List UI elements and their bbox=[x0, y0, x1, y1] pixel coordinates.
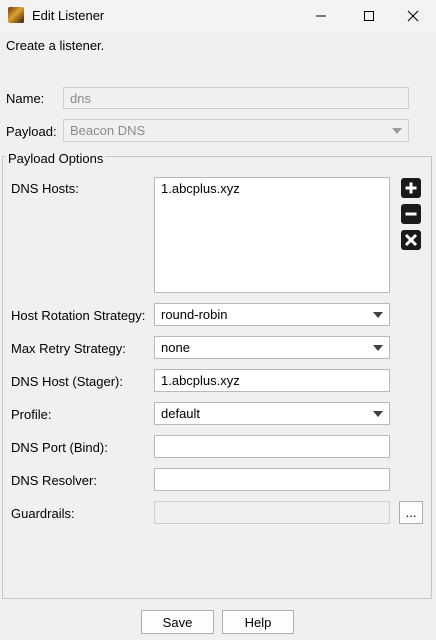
window-title: Edit Listener bbox=[32, 8, 105, 23]
remove-icon bbox=[405, 212, 417, 216]
guardrails-browse-button[interactable]: ... bbox=[399, 501, 423, 524]
retry-label: Max Retry Strategy: bbox=[11, 341, 126, 356]
rotation-select[interactable]: round-robin bbox=[154, 303, 390, 326]
add-host-button[interactable] bbox=[401, 178, 421, 198]
port-field[interactable] bbox=[154, 435, 390, 458]
minimize-icon bbox=[316, 15, 326, 17]
name-label: Name: bbox=[6, 91, 45, 106]
stager-field[interactable]: 1.abcplus.xyz bbox=[154, 369, 390, 392]
chevron-down-icon bbox=[373, 410, 383, 417]
payload-options-title: Payload Options bbox=[6, 151, 106, 166]
dns-hosts-label: DNS Hosts: bbox=[11, 181, 79, 196]
retry-select[interactable]: none bbox=[154, 336, 390, 359]
maximize-button[interactable] bbox=[346, 0, 392, 32]
help-button[interactable]: Help bbox=[222, 610, 294, 634]
rotation-label: Host Rotation Strategy: bbox=[11, 308, 146, 323]
close-button[interactable] bbox=[390, 0, 436, 32]
close-icon bbox=[407, 10, 419, 22]
guardrails-field bbox=[154, 501, 390, 524]
payload-label: Payload: bbox=[6, 124, 57, 139]
chevron-down-icon bbox=[373, 344, 383, 351]
payload-value: Beacon DNS bbox=[70, 123, 146, 138]
save-button[interactable]: Save bbox=[141, 610, 214, 634]
port-label: DNS Port (Bind): bbox=[11, 440, 108, 455]
resolver-field[interactable] bbox=[154, 468, 390, 491]
resolver-label: DNS Resolver: bbox=[11, 473, 97, 488]
rotation-value: round-robin bbox=[161, 307, 228, 322]
app-icon bbox=[8, 7, 24, 23]
profile-label: Profile: bbox=[11, 407, 52, 422]
retry-value: none bbox=[161, 340, 190, 355]
list-item[interactable]: 1.abcplus.xyz bbox=[161, 181, 240, 196]
minimize-button[interactable] bbox=[298, 0, 344, 32]
chevron-down-icon bbox=[392, 127, 402, 134]
dns-hosts-list[interactable]: 1.abcplus.xyz bbox=[154, 177, 390, 293]
maximize-icon bbox=[364, 11, 374, 21]
stager-value: 1.abcplus.xyz bbox=[161, 373, 240, 388]
stager-label: DNS Host (Stager): bbox=[11, 374, 123, 389]
clear-icon bbox=[404, 233, 418, 247]
payload-select: Beacon DNS bbox=[63, 119, 409, 142]
remove-host-button[interactable] bbox=[401, 204, 421, 224]
name-value: dns bbox=[70, 90, 91, 106]
profile-select[interactable]: default bbox=[154, 402, 390, 425]
clear-hosts-button[interactable] bbox=[401, 230, 421, 250]
name-field: dns bbox=[63, 87, 409, 109]
guardrails-label: Guardrails: bbox=[11, 506, 75, 521]
chevron-down-icon bbox=[373, 311, 383, 318]
dialog-description: Create a listener. bbox=[6, 38, 105, 53]
profile-value: default bbox=[161, 406, 201, 421]
add-icon bbox=[405, 182, 417, 194]
